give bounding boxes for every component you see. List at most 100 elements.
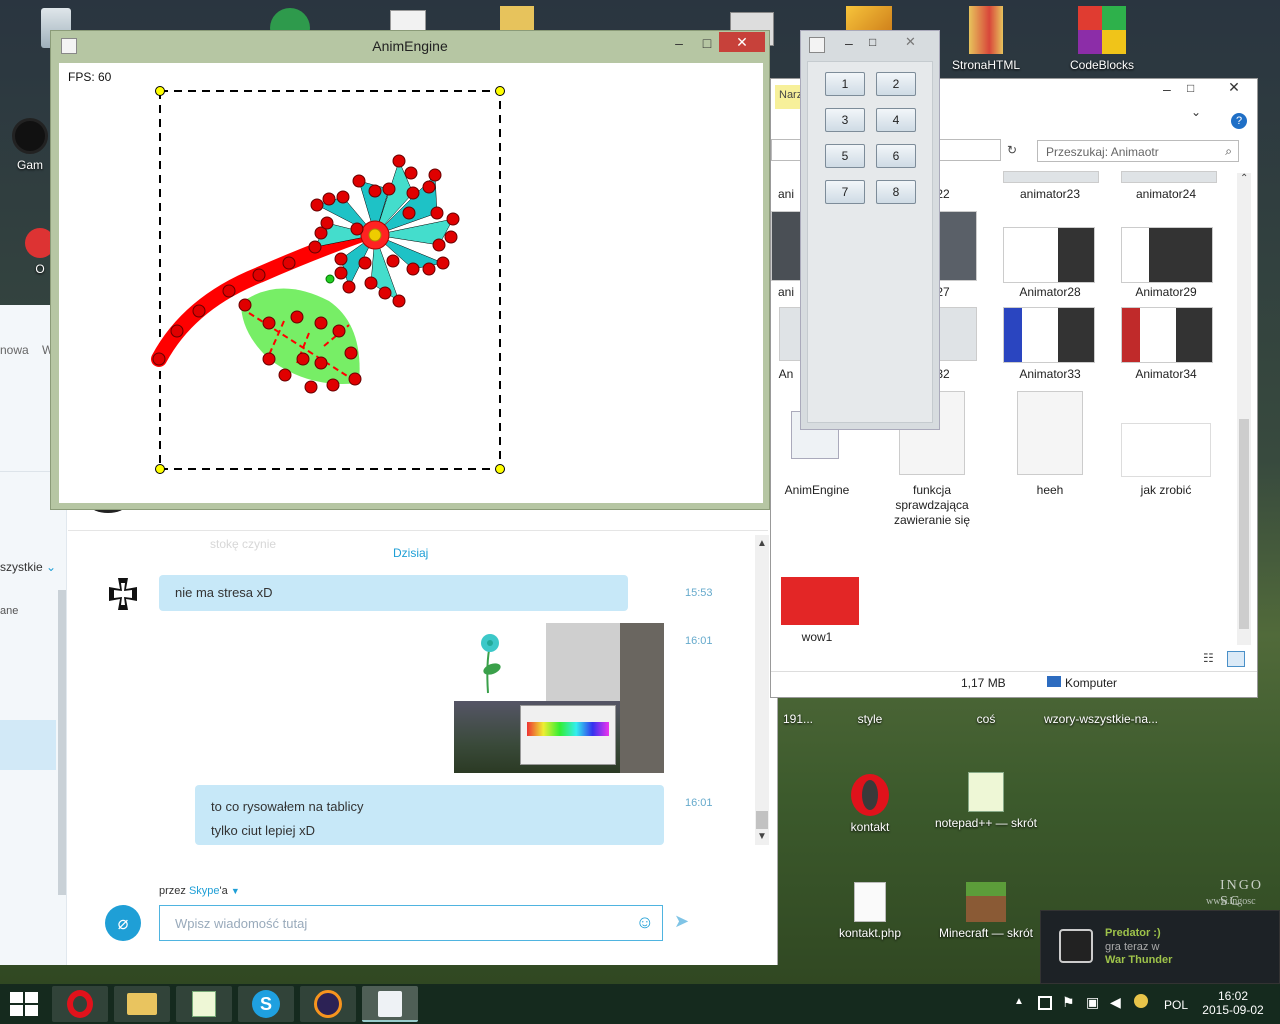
refresh-icon[interactable]: ↻ bbox=[1007, 143, 1017, 157]
help-icon[interactable]: ? bbox=[1231, 113, 1247, 129]
file-thumbnail[interactable] bbox=[939, 307, 977, 361]
file-thumbnail[interactable] bbox=[1003, 227, 1095, 283]
search-input[interactable]: Przeszukaj: Animaotr ⌕ bbox=[1037, 140, 1239, 162]
large-icons-view-icon[interactable] bbox=[1227, 651, 1245, 667]
file-label[interactable]: animator24 bbox=[1111, 187, 1221, 201]
language-indicator[interactable]: POL bbox=[1164, 998, 1188, 1012]
number-button-1[interactable]: 1 bbox=[825, 72, 865, 96]
file-thumbnail[interactable] bbox=[939, 211, 977, 281]
sidebar-filter[interactable]: szystkie ⌄ bbox=[0, 560, 56, 574]
file-thumbnail[interactable] bbox=[1121, 423, 1211, 477]
explorer-scrollbar[interactable]: ⌃ bbox=[1237, 173, 1251, 645]
file-label[interactable]: Animator29 bbox=[1111, 285, 1221, 299]
sidebar-item-selected[interactable] bbox=[0, 720, 56, 770]
details-view-icon[interactable]: ☷ bbox=[1203, 651, 1214, 665]
volume-icon[interactable]: ◀ bbox=[1110, 994, 1121, 1011]
number-button-5[interactable]: 5 bbox=[825, 144, 865, 168]
file-label[interactable]: heeh bbox=[995, 483, 1105, 497]
image-message[interactable] bbox=[454, 623, 664, 773]
sidebar-scrollbar[interactable] bbox=[58, 590, 66, 895]
desktop-icon-style[interactable]: style bbox=[822, 712, 918, 726]
file-label[interactable]: animator23 bbox=[995, 187, 1105, 201]
emoticon-icon[interactable]: ☺ bbox=[636, 912, 654, 933]
scroll-down-icon[interactable]: ▼ bbox=[757, 831, 767, 842]
file-thumbnail[interactable] bbox=[1003, 171, 1099, 183]
scrollbar-thumb[interactable] bbox=[1239, 419, 1249, 629]
file-label[interactable]: Animator33 bbox=[995, 367, 1105, 381]
status-location: Komputer bbox=[1047, 676, 1117, 690]
notification-game: War Thunder bbox=[1105, 954, 1173, 966]
window-title: AnimEngine bbox=[372, 38, 448, 54]
file-thumbnail[interactable] bbox=[1121, 227, 1213, 283]
file-thumbnail[interactable] bbox=[771, 211, 801, 281]
chevron-down-icon: ▼ bbox=[230, 886, 240, 896]
number-button-3[interactable]: 3 bbox=[825, 108, 865, 132]
file-label[interactable]: funkcja sprawdzająca zawieranie się bbox=[877, 483, 987, 528]
game-notification[interactable]: Predator :) gra teraz w War Thunder bbox=[1040, 910, 1280, 984]
minimize-button[interactable]: – bbox=[845, 35, 853, 51]
message-bubble[interactable]: nie ma stresa xD bbox=[159, 575, 628, 611]
flag-icon[interactable]: ⚑ bbox=[1062, 994, 1075, 1011]
file-label[interactable]: An bbox=[771, 367, 801, 381]
file-label[interactable]: wow1 bbox=[771, 630, 863, 644]
file-label[interactable]: jak zrobić bbox=[1111, 483, 1221, 497]
number-button-6[interactable]: 6 bbox=[876, 144, 916, 168]
message-input[interactable]: Wpisz wiadomość tutaj ☺ bbox=[159, 905, 663, 941]
file-thumbnail[interactable] bbox=[1003, 307, 1095, 363]
taskbar-notepadpp[interactable] bbox=[176, 986, 232, 1022]
minimize-button[interactable]: – bbox=[665, 33, 693, 53]
action-center-icon[interactable] bbox=[1038, 996, 1052, 1010]
number-button-2[interactable]: 2 bbox=[876, 72, 916, 96]
desktop-icon-wzory[interactable]: wzory-wszystkie-na... bbox=[1036, 712, 1166, 726]
send-icon[interactable]: ➤ bbox=[674, 911, 689, 932]
file-thumbnail[interactable] bbox=[1121, 307, 1213, 363]
file-thumbnail[interactable] bbox=[1121, 171, 1217, 183]
chat-scrollbar[interactable]: ▲ ▼ bbox=[755, 535, 769, 845]
taskbar-java[interactable] bbox=[362, 986, 418, 1022]
desktop-icon-kontakt-php[interactable]: kontakt.php bbox=[822, 882, 918, 940]
file-thumbnail[interactable] bbox=[779, 307, 801, 361]
file-label[interactable]: ani bbox=[771, 187, 801, 201]
maximize-button[interactable]: □ bbox=[869, 35, 876, 49]
taskbar-eclipse[interactable] bbox=[300, 986, 356, 1022]
java-icon bbox=[809, 37, 825, 53]
clock[interactable]: 16:02 2015-09-02 bbox=[1200, 989, 1266, 1017]
file-label[interactable]: Animator28 bbox=[995, 285, 1105, 299]
text-file-icon[interactable] bbox=[1017, 391, 1083, 475]
tray-chevron-icon[interactable]: ▲ bbox=[1014, 996, 1024, 1007]
desktop-icon-kontakt[interactable]: kontakt bbox=[822, 772, 918, 834]
taskbar-explorer[interactable] bbox=[114, 986, 170, 1022]
close-button[interactable]: ✕ bbox=[1211, 79, 1257, 99]
number-button-8[interactable]: 8 bbox=[876, 180, 916, 204]
network-icon[interactable]: ▣ bbox=[1086, 994, 1099, 1011]
file-label[interactable]: AnimEngine bbox=[771, 483, 863, 497]
scroll-up-icon[interactable]: ▲ bbox=[757, 538, 767, 549]
desktop-icon-notepadpp[interactable]: notepad++ — skrót bbox=[930, 772, 1042, 830]
animation-canvas[interactable]: FPS: 60 bbox=[59, 63, 763, 503]
close-button[interactable]: ✕ bbox=[905, 34, 916, 50]
scrollbar-thumb[interactable] bbox=[756, 811, 768, 829]
desktop-icon-codeblocks[interactable]: CodeBlocks bbox=[1054, 6, 1150, 72]
desktop-icon-minecraft[interactable]: Minecraft — skrót bbox=[930, 882, 1042, 940]
maximize-button[interactable]: □ bbox=[1187, 81, 1205, 95]
scroll-up-icon[interactable]: ⌃ bbox=[1240, 173, 1248, 184]
chevron-down-icon[interactable]: ⌄ bbox=[1191, 105, 1201, 119]
close-button[interactable]: ✕ bbox=[719, 32, 765, 52]
attach-icon[interactable]: ⌀ bbox=[105, 905, 141, 941]
tray-app-icon[interactable] bbox=[1134, 994, 1148, 1008]
start-button[interactable] bbox=[10, 992, 38, 1016]
number-button-4[interactable]: 4 bbox=[876, 108, 916, 132]
file-label[interactable]: ani bbox=[771, 285, 801, 299]
taskbar-opera[interactable] bbox=[52, 986, 108, 1022]
minimize-button[interactable]: – bbox=[1163, 81, 1181, 97]
maximize-button[interactable]: □ bbox=[693, 33, 721, 53]
via-skype[interactable]: przez Skype'a ▼ bbox=[159, 885, 240, 897]
number-button-7[interactable]: 7 bbox=[825, 180, 865, 204]
message-bubble[interactable]: to co rysowałem na tablicy tylko ciut le… bbox=[195, 785, 664, 845]
desktop-icon-stronahtml[interactable]: StronaHTML bbox=[938, 6, 1034, 72]
desktop-icon-cos[interactable]: coś bbox=[938, 712, 1034, 726]
file-label[interactable]: Animator34 bbox=[1111, 367, 1221, 381]
titlebar[interactable]: AnimEngine – □ ✕ bbox=[51, 31, 769, 61]
file-thumbnail[interactable] bbox=[781, 577, 859, 625]
taskbar-skype[interactable]: S bbox=[238, 986, 294, 1022]
